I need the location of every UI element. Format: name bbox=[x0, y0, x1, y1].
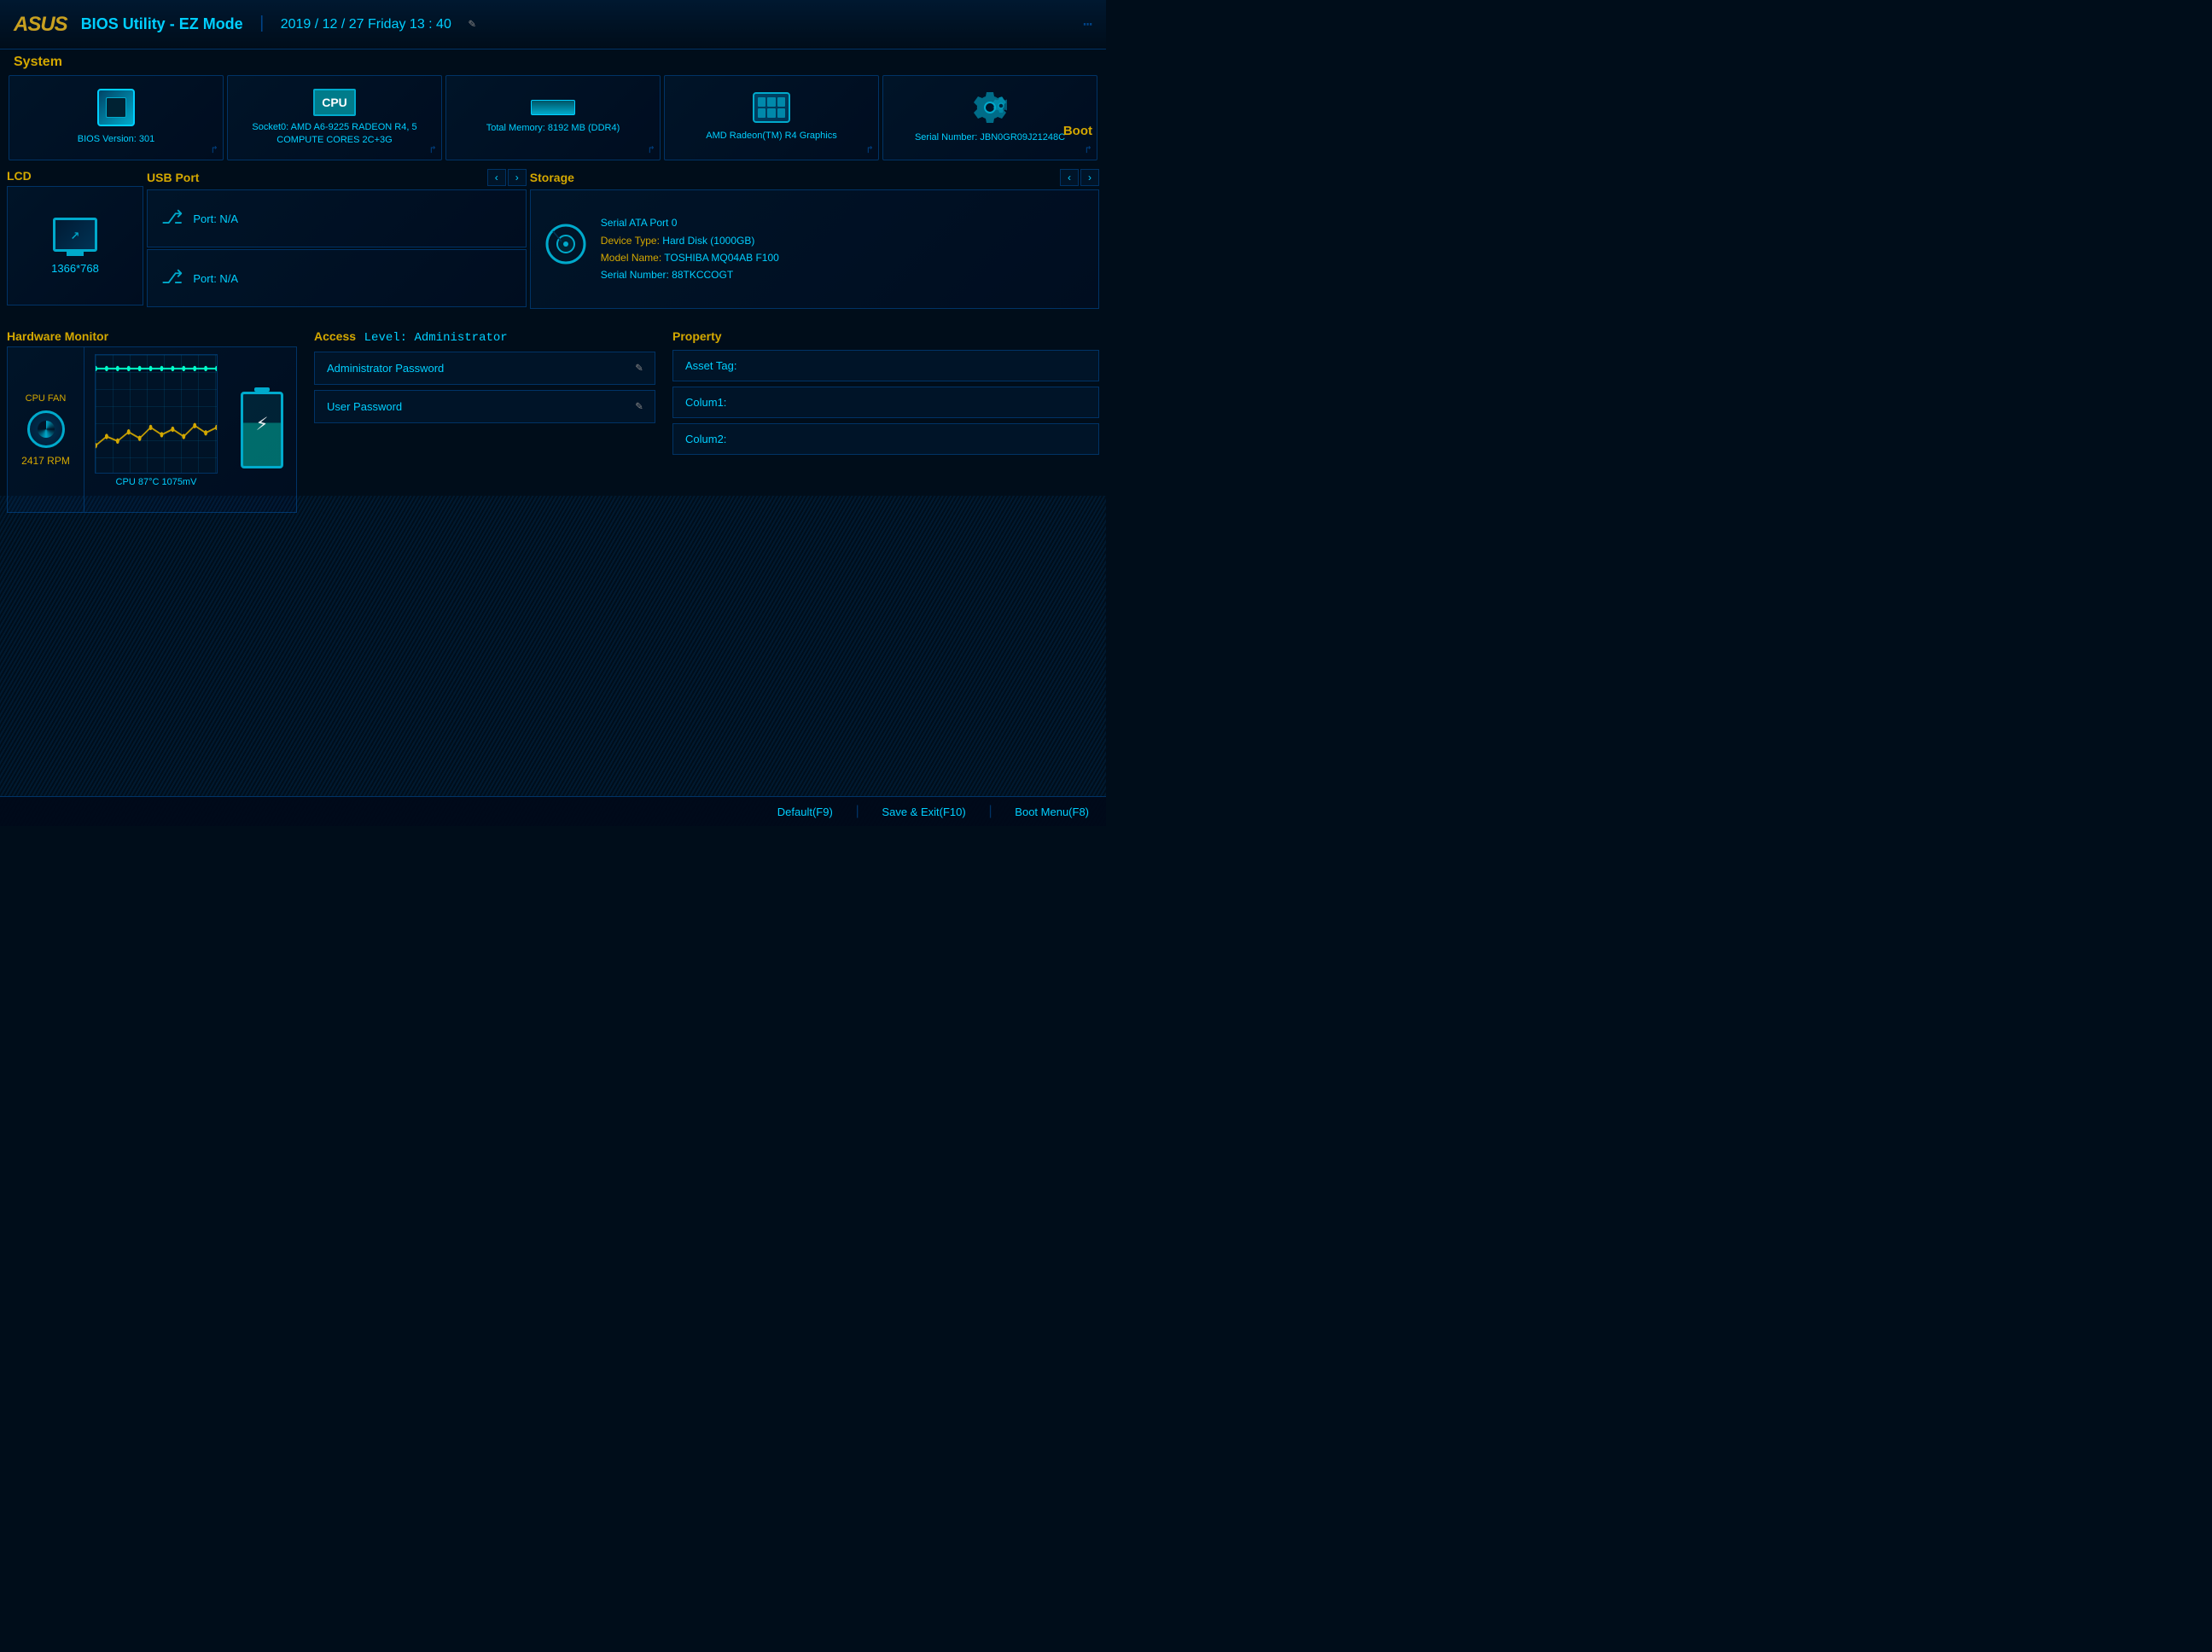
cpu-info-text: Socket0: AMD A6-9225 RADEON R4, 5 COMPUT… bbox=[240, 121, 429, 148]
admin-password-label: Administrator Password bbox=[327, 362, 444, 375]
header: ASUS BIOS Utility - EZ Mode | 2019 / 12 … bbox=[0, 0, 1106, 49]
header-divider: | bbox=[257, 15, 267, 34]
memory-card[interactable]: Total Memory: 8192 MB (DDR4) ↱ bbox=[445, 75, 661, 160]
usb-icon-2: ⎇ bbox=[161, 267, 183, 289]
storage-info: Serial ATA Port 0 Device Type: Hard Disk… bbox=[601, 214, 779, 284]
memory-info-text: Total Memory: 8192 MB (DDR4) bbox=[486, 122, 620, 135]
access-label: Access bbox=[314, 329, 356, 343]
admin-password-field[interactable]: Administrator Password ✎ bbox=[314, 352, 655, 385]
storage-model-label: Model Name: bbox=[601, 252, 661, 264]
footer: Default(F9) | Save & Exit(F10) | Boot Me… bbox=[0, 796, 1106, 826]
storage-prev-button[interactable]: ‹ bbox=[1060, 169, 1079, 186]
boot-menu-button[interactable]: Boot Menu(F8) bbox=[1015, 806, 1089, 818]
serial-card-arrow: ↱ bbox=[1086, 143, 1091, 156]
hw-monitor-card: CPU FAN 2417 RPM bbox=[7, 346, 297, 513]
bios-version-text: BIOS Version: 301 bbox=[78, 133, 155, 146]
usb-port-2: ⎇ Port: N/A bbox=[147, 249, 527, 307]
asus-logo: ASUS bbox=[14, 13, 67, 37]
footer-divider-2: | bbox=[987, 804, 995, 819]
admin-password-edit-icon[interactable]: ✎ bbox=[636, 361, 643, 375]
access-section: Access Level: Administrator Administrato… bbox=[314, 329, 655, 513]
asset-tag-label: Asset Tag: bbox=[685, 359, 736, 372]
battery-icon: ⚡ bbox=[241, 392, 283, 468]
footer-divider-1: | bbox=[853, 804, 862, 819]
serial-info-text: Serial Number: JBN0GR09J21248C bbox=[915, 131, 1065, 144]
storage-device-type-value: Hard Disk (1000GB) bbox=[662, 235, 754, 247]
graph-canvas bbox=[95, 354, 218, 474]
gpu-info-text: AMD Radeon(TM) R4 Graphics bbox=[706, 130, 836, 143]
column1-label: Colum1: bbox=[685, 396, 726, 409]
storage-device-type-label: Device Type: bbox=[601, 235, 660, 247]
storage-model-value: TOSHIBA MQ04AB F100 bbox=[664, 252, 779, 264]
header-settings-icon: ⋯ bbox=[1083, 15, 1092, 34]
edit-datetime-icon[interactable]: ✎ bbox=[469, 17, 475, 32]
bios-card-arrow: ↱ bbox=[212, 143, 218, 156]
lcd-card[interactable]: ↗ 1366*768 bbox=[7, 186, 143, 305]
cpu-card-arrow: ↱ bbox=[430, 143, 436, 156]
default-button[interactable]: Default(F9) bbox=[777, 806, 833, 818]
cpu-fan-panel: CPU FAN 2417 RPM bbox=[8, 347, 84, 512]
usb-port-1-text: Port: N/A bbox=[193, 212, 238, 225]
chip-icon bbox=[97, 89, 135, 126]
column2-field: Colum2: bbox=[672, 423, 1099, 455]
battery-panel: ⚡ bbox=[228, 347, 296, 512]
property-label: Property bbox=[672, 329, 1099, 343]
user-password-label: User Password bbox=[327, 400, 402, 413]
usb-label: USB Port bbox=[147, 171, 199, 184]
header-title: BIOS Utility - EZ Mode bbox=[81, 15, 243, 33]
storage-next-button[interactable]: › bbox=[1080, 169, 1099, 186]
gear-icon bbox=[973, 90, 1007, 125]
user-password-edit-icon[interactable]: ✎ bbox=[636, 399, 643, 414]
hardware-monitor-section: Hardware Monitor CPU FAN 2417 RPM bbox=[7, 329, 297, 513]
usb-icon-1: ⎇ bbox=[161, 207, 183, 230]
storage-card: Serial ATA Port 0 Device Type: Hard Disk… bbox=[530, 189, 1099, 309]
bottom-section: Hardware Monitor CPU FAN 2417 RPM bbox=[0, 326, 1106, 516]
header-datetime: 2019 / 12 / 27 Friday 13 : 40 bbox=[281, 17, 451, 32]
cpu-fan-label: CPU FAN bbox=[26, 393, 67, 404]
storage-section: Storage ‹ › Serial ATA Port 0 bbox=[530, 169, 1099, 323]
bios-card[interactable]: BIOS Version: 301 ↱ bbox=[9, 75, 224, 160]
gpu-icon bbox=[753, 92, 790, 123]
usb-port-1: ⎇ Port: N/A bbox=[147, 189, 527, 247]
battery-bolt-icon: ⚡ bbox=[256, 411, 268, 437]
middle-section: LCD ↗ 1366*768 USB Port ‹ › ⎇ Port: N/A bbox=[0, 169, 1106, 323]
column1-field: Colum1: bbox=[672, 387, 1099, 418]
hdd-icon bbox=[544, 223, 587, 276]
usb-prev-button[interactable]: ‹ bbox=[487, 169, 506, 186]
hw-monitor-label: Hardware Monitor bbox=[7, 329, 297, 343]
access-level-text: Level: Administrator bbox=[364, 331, 508, 345]
storage-port-label: Serial ATA Port 0 bbox=[601, 214, 779, 231]
graph-panel: CPU 87°C 1075mV bbox=[88, 347, 224, 512]
lcd-section: LCD ↗ 1366*768 bbox=[7, 169, 143, 323]
system-section: System BIOS Version: 301 ↱ CPU Socket0: … bbox=[0, 49, 1106, 169]
serial-card[interactable]: Serial Number: JBN0GR09J21248C ↱ bbox=[882, 75, 1097, 160]
fan-rpm-value: 2417 RPM bbox=[21, 455, 70, 467]
save-exit-button[interactable]: Save & Exit(F10) bbox=[882, 806, 965, 818]
system-label: System bbox=[0, 49, 1106, 73]
monitor-icon: ↗ bbox=[53, 218, 97, 252]
system-cards: BIOS Version: 301 ↱ CPU Socket0: AMD A6-… bbox=[0, 73, 1106, 162]
lcd-resolution: 1366*768 bbox=[51, 262, 99, 275]
gpu-card[interactable]: AMD Radeon(TM) R4 Graphics ↱ bbox=[664, 75, 879, 160]
memory-card-arrow: ↱ bbox=[649, 143, 655, 156]
storage-serial-label: Serial Number: bbox=[601, 269, 669, 281]
cpu-stats-text: CPU 87°C 1075mV bbox=[95, 477, 218, 487]
storage-serial-value: 88TKCCOGT bbox=[672, 269, 733, 281]
memory-icon bbox=[531, 100, 575, 115]
usb-section: USB Port ‹ › ⎇ Port: N/A ⎇ Port: N/A bbox=[147, 169, 527, 323]
asset-tag-field: Asset Tag: bbox=[672, 350, 1099, 381]
boot-section-label: Boot bbox=[1063, 124, 1092, 138]
fan-circle-icon bbox=[27, 410, 65, 448]
property-section: Property Asset Tag: Colum1: Colum2: bbox=[672, 329, 1099, 513]
usb-port-2-text: Port: N/A bbox=[193, 272, 238, 285]
user-password-field[interactable]: User Password ✎ bbox=[314, 390, 655, 423]
usb-next-button[interactable]: › bbox=[508, 169, 527, 186]
cpu-card[interactable]: CPU Socket0: AMD A6-9225 RADEON R4, 5 CO… bbox=[227, 75, 442, 160]
lcd-label: LCD bbox=[7, 169, 32, 183]
column2-label: Colum2: bbox=[685, 433, 726, 445]
gpu-card-arrow: ↱ bbox=[867, 143, 873, 156]
cpu-icon: CPU bbox=[313, 89, 356, 116]
storage-label: Storage bbox=[530, 171, 574, 184]
